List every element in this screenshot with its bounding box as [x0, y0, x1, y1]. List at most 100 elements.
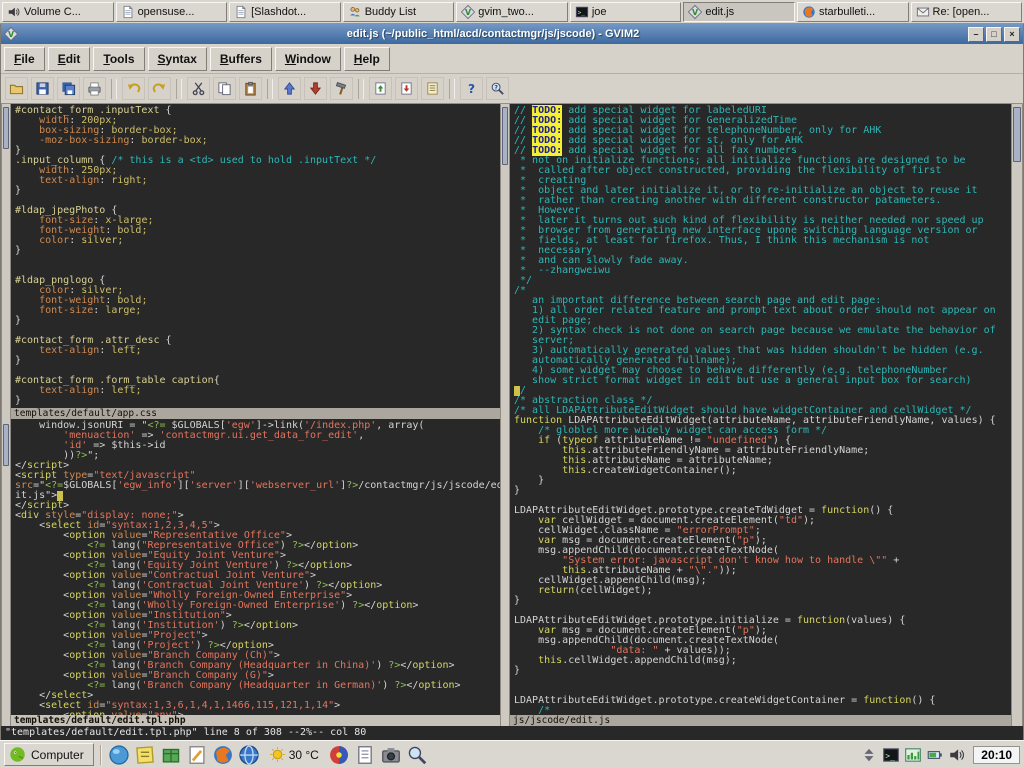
battery-icon[interactable] [926, 746, 944, 764]
document-icon[interactable] [354, 744, 376, 766]
package-icon[interactable] [160, 744, 182, 766]
menu-tools[interactable]: Tools [93, 47, 144, 71]
code-line [514, 676, 1011, 686]
computer-menu-button[interactable]: Computer [4, 743, 94, 766]
right-scrollbar[interactable] [1011, 104, 1023, 726]
save-button[interactable] [31, 77, 54, 100]
task-button-7[interactable]: starbulleti... [797, 2, 909, 22]
task-button-label: edit.js [705, 6, 734, 18]
clock[interactable]: 20:10 [973, 746, 1020, 764]
print-button[interactable] [83, 77, 106, 100]
svg-text:V: V [692, 8, 699, 17]
code-line: /* [514, 706, 1011, 715]
maximize-button[interactable]: □ [986, 27, 1002, 42]
computer-menu-label: Computer [31, 748, 84, 762]
paste-button[interactable] [239, 77, 262, 100]
scrollbar-thumb[interactable] [502, 107, 508, 165]
code-line: return(cellWidget); [514, 586, 1011, 596]
hide-icon[interactable] [860, 746, 878, 764]
find-prev-button[interactable] [278, 77, 301, 100]
find-help-button[interactable]: ? [486, 77, 509, 100]
code-line: } [514, 666, 1011, 676]
menu-buffers[interactable]: Buffers [210, 47, 272, 71]
weather-applet[interactable]: 30 °C [264, 746, 324, 763]
open-button[interactable] [5, 77, 28, 100]
volume-icon [7, 5, 21, 19]
task-button-6[interactable]: Vedit.js [683, 2, 795, 22]
monitor-icon[interactable] [904, 746, 922, 764]
quick-launch [108, 744, 260, 766]
scrollbar-thumb[interactable] [1013, 107, 1021, 162]
firefox-icon [802, 5, 816, 19]
toolbar-separator [449, 79, 455, 99]
volume-icon[interactable] [948, 746, 966, 764]
magnifier-icon[interactable] [406, 744, 428, 766]
scrollbar-thumb[interactable] [3, 424, 9, 466]
code-line: } [514, 476, 1011, 486]
system-tray: >_ [860, 746, 966, 764]
task-button-3[interactable]: Buddy List [343, 2, 455, 22]
mail-icon [916, 5, 930, 19]
task-button-8[interactable]: Re: [open... [911, 2, 1023, 22]
menubar: FileEditToolsSyntaxBuffersWindowHelp [1, 44, 1023, 74]
save-session-button[interactable] [395, 77, 418, 100]
code-line: it.js"> [15, 491, 500, 501]
left-scrollbar[interactable] [1, 104, 11, 726]
save-all-button[interactable] [57, 77, 80, 100]
close-button[interactable]: × [1004, 27, 1020, 42]
load-session-button[interactable] [369, 77, 392, 100]
task-button-4[interactable]: Vgvim_two... [456, 2, 568, 22]
toolbar-separator [111, 79, 117, 99]
scrollbar-thumb[interactable] [3, 107, 9, 149]
top-taskbar: Volume C...opensuse...[Slashdot...Buddy … [0, 0, 1024, 24]
editor-pane-edit-js[interactable]: // TODO: add special widget for labeledU… [510, 104, 1011, 715]
code-line: show strict format widget in edit but us… [514, 376, 1011, 386]
menu-syntax[interactable]: Syntax [148, 47, 207, 71]
find-next-button[interactable] [304, 77, 327, 100]
menu-help[interactable]: Help [344, 47, 390, 71]
editor-icon[interactable] [186, 744, 208, 766]
page-icon [121, 5, 135, 19]
task-button-5[interactable]: >_joe [570, 2, 682, 22]
task-button-1[interactable]: opensuse... [116, 2, 228, 22]
camera-icon[interactable] [380, 744, 402, 766]
cut-button[interactable] [187, 77, 210, 100]
toolbar-separator [176, 79, 182, 99]
quick-launch-2 [328, 744, 428, 766]
menu-edit[interactable]: Edit [48, 47, 91, 71]
task-button-2[interactable]: [Slashdot... [229, 2, 341, 22]
titlebar[interactable]: V edit.js (~/public_html/acd/contactmgr/… [1, 24, 1023, 44]
menu-window[interactable]: Window [275, 47, 341, 71]
code-line: } [15, 396, 500, 406]
help-button[interactable]: ? [460, 77, 483, 100]
window-list: Volume C...opensuse...[Slashdot...Buddy … [2, 2, 1022, 22]
screen: Volume C...opensuse...[Slashdot...Buddy … [0, 0, 1024, 768]
task-button-0[interactable]: Volume C... [2, 2, 114, 22]
vim-icon: V [461, 5, 475, 19]
globe-icon[interactable] [238, 744, 260, 766]
ball-icon[interactable] [328, 744, 350, 766]
editor-pane-app-css[interactable]: #contact_form .inputText { width: 200px;… [11, 104, 500, 408]
right-split: // TODO: add special widget for labeledU… [510, 104, 1011, 726]
run-script-button[interactable] [421, 77, 444, 100]
split-scrollbar[interactable] [500, 104, 510, 726]
menu-file[interactable]: File [4, 47, 45, 71]
code-line: text-align: left; [15, 386, 500, 396]
terminal-icon[interactable]: >_ [882, 746, 900, 764]
editor-pane-edit-tpl-php[interactable]: window.jsonURI = "<?= $GLOBALS['egw']->l… [11, 419, 500, 715]
code-line: this.createWidgetContainer(); [514, 466, 1011, 476]
editor-area: #contact_form .inputText { width: 200px;… [1, 104, 1023, 726]
sphere-icon[interactable] [108, 744, 130, 766]
make-button[interactable] [330, 77, 353, 100]
undo-button[interactable] [122, 77, 145, 100]
code-line: } [514, 596, 1011, 606]
code-line: * --zhangweiwu [514, 266, 1011, 276]
svg-text:?: ? [468, 82, 475, 96]
copy-button[interactable] [213, 77, 236, 100]
task-button-label: starbulleti... [819, 6, 875, 18]
code-line: color: silver; [15, 236, 500, 246]
firefox-icon[interactable] [212, 744, 234, 766]
minimize-button[interactable]: – [968, 27, 984, 42]
redo-button[interactable] [148, 77, 171, 100]
notes-icon[interactable] [134, 744, 156, 766]
